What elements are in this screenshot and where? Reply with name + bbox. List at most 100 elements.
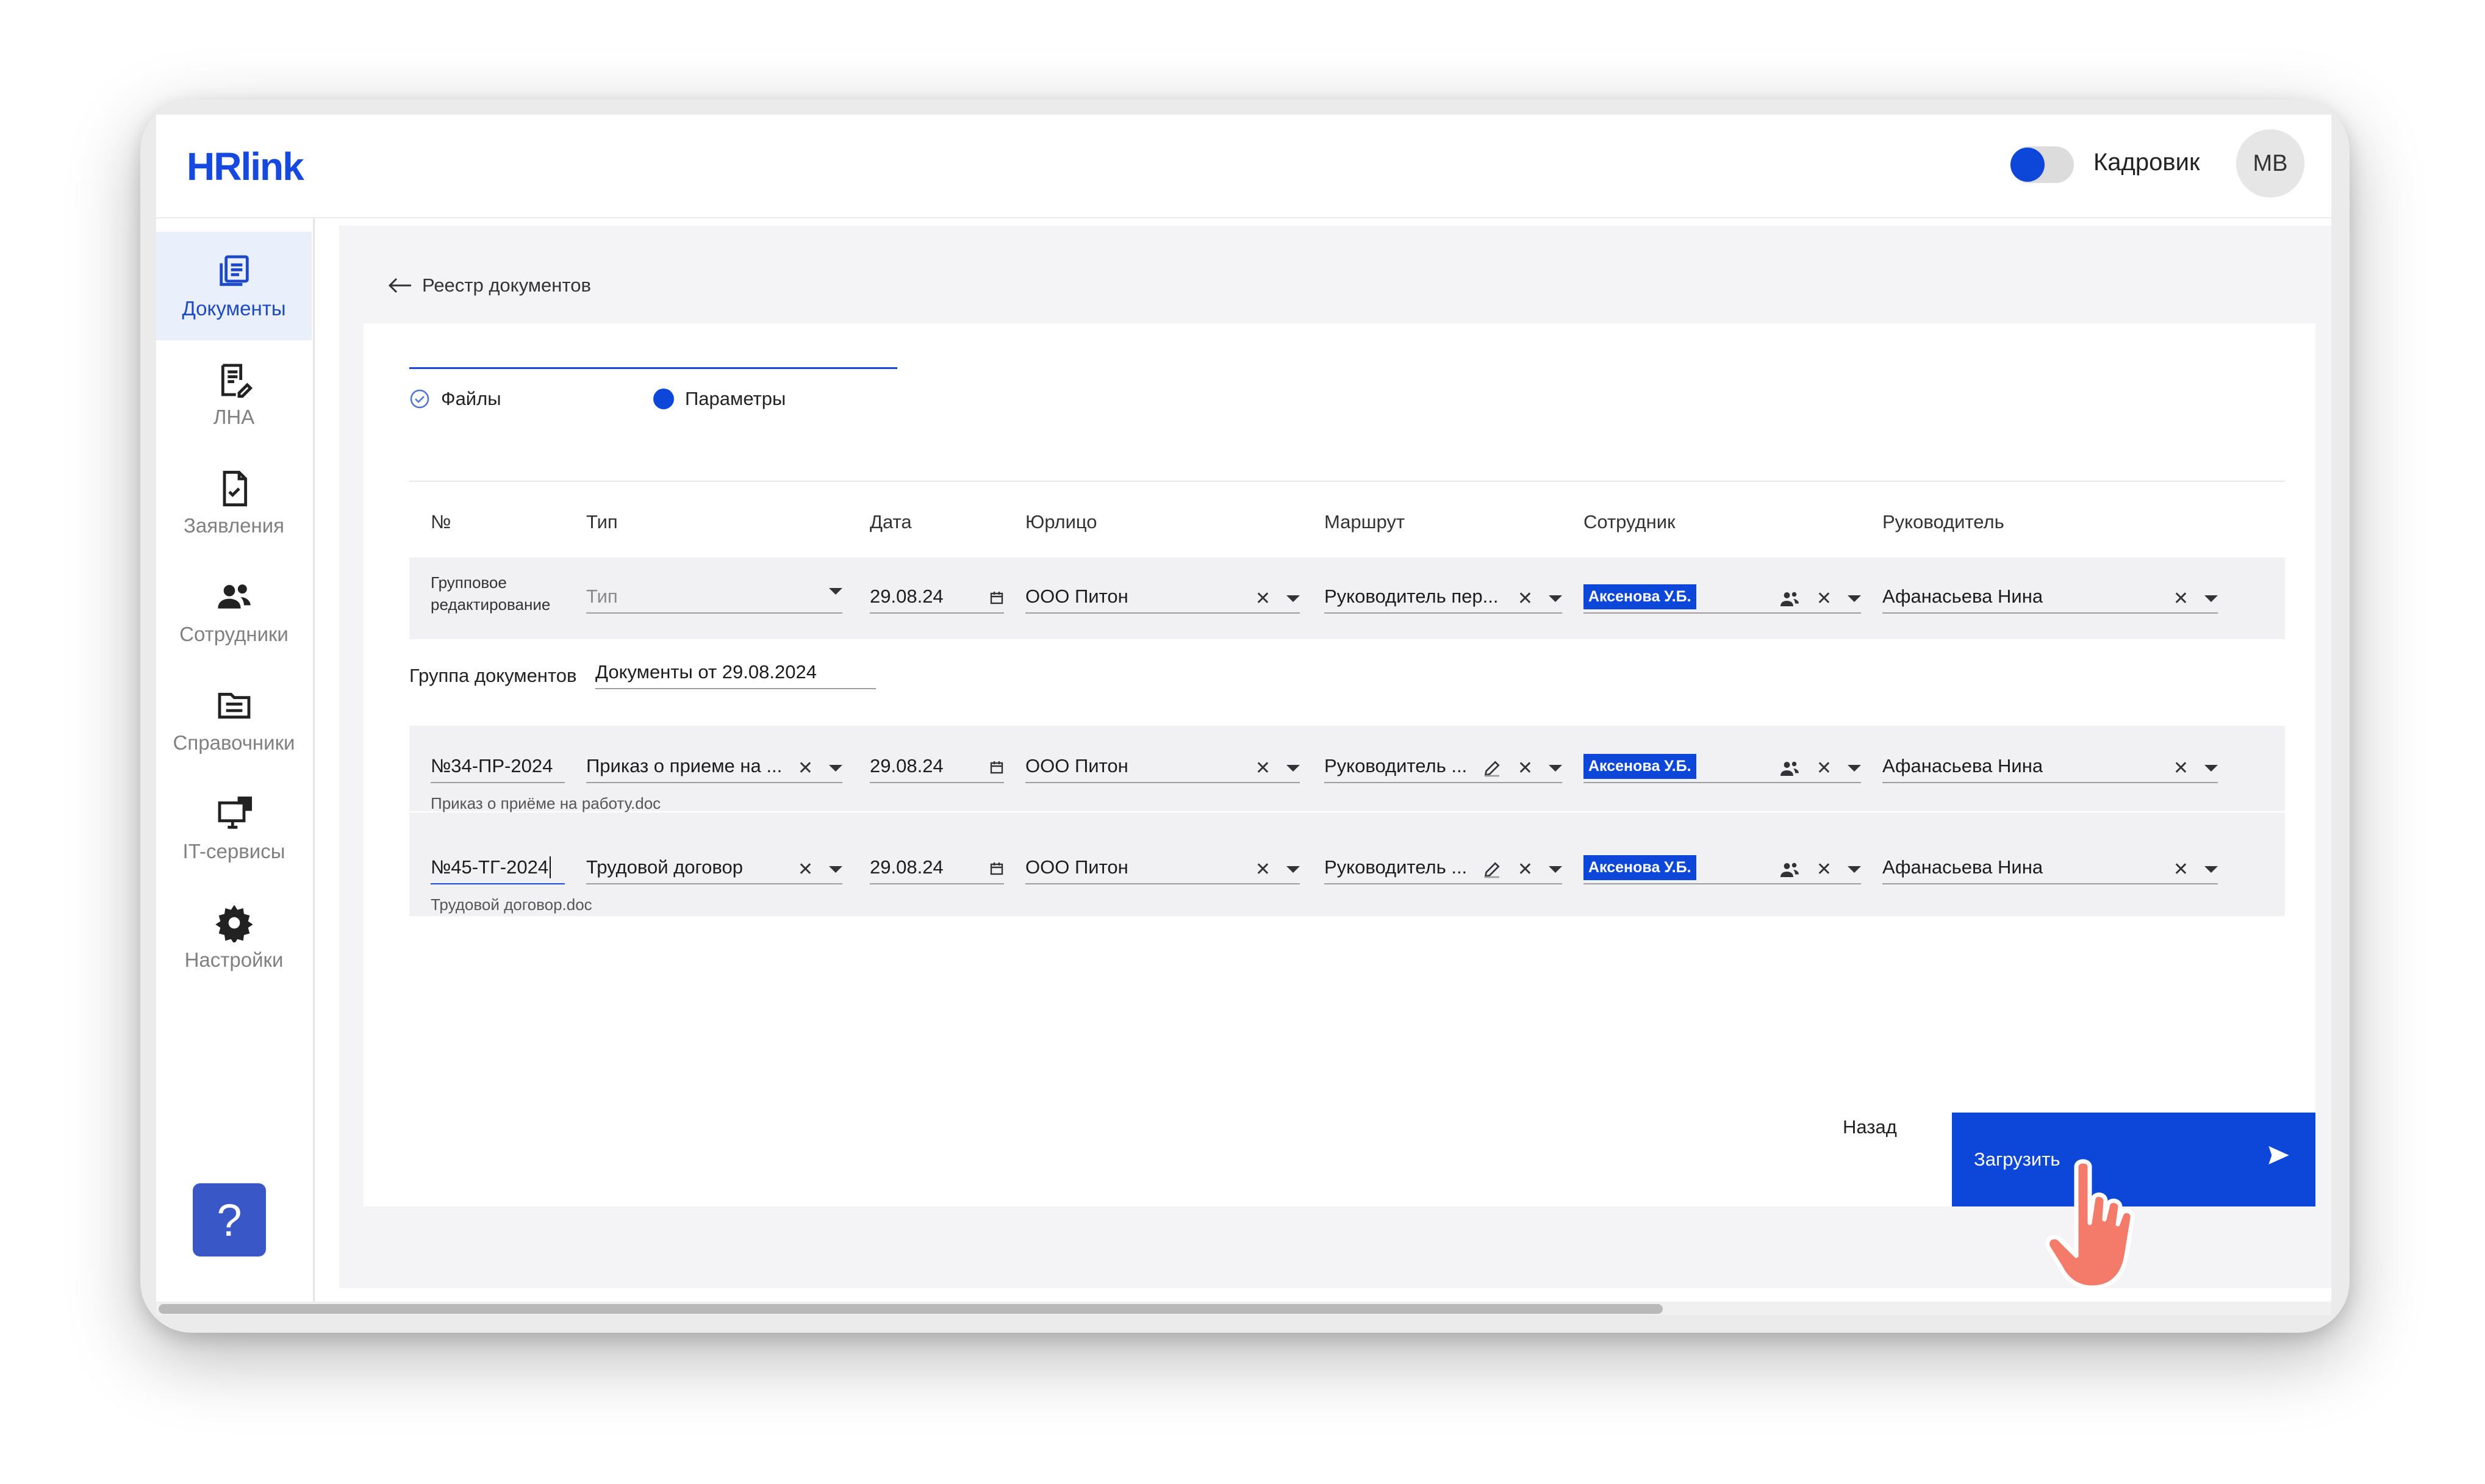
sidebar-item-applications[interactable]: Заявления [156, 449, 312, 557]
upload-card: Файлы Параметры № Тип Дата Юрлицо Маршру… [364, 323, 2315, 1206]
sidebar-item-directories[interactable]: Справочники [156, 666, 312, 775]
doc-employee-select[interactable]: Аксенова У.Б. ✕ [1583, 851, 1861, 884]
hrlink-logo[interactable]: HRlink [187, 144, 304, 189]
arrow-left-icon [388, 278, 411, 293]
back-button[interactable]: Назад [1843, 1116, 1897, 1138]
chevron-down-icon[interactable] [1286, 866, 1300, 873]
doc-number-input[interactable]: №34-ПР-2024 [431, 750, 565, 783]
employee-chip[interactable]: Аксенова У.Б. [1583, 753, 1696, 779]
chevron-down-icon[interactable] [1848, 765, 1861, 772]
clear-icon[interactable]: ✕ [1255, 859, 1271, 880]
scrollbar-thumb[interactable] [159, 1304, 1663, 1314]
chevron-down-icon[interactable] [1549, 765, 1562, 772]
doc-file-name[interactable]: Приказ о приёме на работу.doc [431, 794, 661, 813]
chevron-down-icon[interactable] [2204, 595, 2218, 602]
doc-number-input[interactable]: №45-ТГ-2024 [431, 851, 565, 884]
group-type-select[interactable]: Тип [586, 581, 842, 614]
directories-icon [218, 692, 250, 719]
sidebar-item-lna[interactable]: ЛНА [156, 340, 312, 449]
step-files[interactable]: Файлы [409, 388, 501, 410]
clear-icon[interactable]: ✕ [798, 859, 813, 880]
step-label: Параметры [685, 388, 786, 409]
doc-date-field[interactable]: 29.08.24 [870, 851, 1004, 884]
clear-icon[interactable]: ✕ [1816, 859, 1832, 880]
clear-icon[interactable]: ✕ [2173, 859, 2189, 880]
sidebar-item-documents[interactable]: Документы [156, 232, 312, 340]
chevron-down-icon[interactable] [1286, 765, 1300, 772]
pencil-icon[interactable] [1482, 860, 1502, 880]
group-date-field[interactable]: 29.08.24 [870, 581, 1004, 614]
manager-value: Афанасьева Нина [1882, 856, 2043, 878]
doc-file-name[interactable]: Трудовой договор.doc [431, 895, 592, 914]
doc-entity-select[interactable]: ООО Питон ✕ [1025, 851, 1300, 884]
pointer-hand-icon [2045, 1159, 2135, 1290]
help-button[interactable]: ? [193, 1183, 266, 1256]
group-name-input[interactable]: Документы от 29.08.2024 [595, 656, 876, 689]
chevron-down-icon[interactable] [1848, 866, 1861, 873]
pencil-icon[interactable] [1482, 759, 1502, 778]
group-entity-select[interactable]: ООО Питон ✕ [1025, 581, 1300, 614]
doc-route-select[interactable]: Руководитель ... ✕ [1324, 851, 1562, 884]
role-toggle[interactable] [2010, 146, 2074, 183]
group-employee-select[interactable]: Аксенова У.Б. ✕ [1583, 581, 1861, 614]
calendar-icon[interactable] [989, 590, 1004, 605]
doc-entity-select[interactable]: ООО Питон ✕ [1025, 750, 1300, 783]
group-manager-select[interactable]: Афанасьева Нина ✕ [1882, 581, 2218, 614]
divider [409, 481, 2285, 482]
breadcrumb-back[interactable]: Реестр документов [388, 274, 591, 296]
chevron-down-icon[interactable] [1549, 866, 1562, 873]
chevron-down-icon[interactable] [829, 588, 842, 595]
role-label: Кадровик [2093, 149, 2200, 176]
doc-employee-select[interactable]: Аксенова У.Б. ✕ [1583, 750, 1861, 783]
check-circle-icon [410, 389, 429, 409]
clear-icon[interactable]: ✕ [2173, 588, 2189, 609]
clear-icon[interactable]: ✕ [1816, 588, 1832, 609]
column-header-entity: Юрлицо [1025, 511, 1097, 532]
doc-date-field[interactable]: 29.08.24 [870, 750, 1004, 783]
employee-chip[interactable]: Аксенова У.Б. [1583, 855, 1696, 880]
app-window: HRlink Кадровик MB Документы ЛНА Заявлен… [156, 115, 2331, 1315]
clear-icon[interactable]: ✕ [1255, 758, 1271, 779]
sidebar-item-settings[interactable]: Настройки [156, 883, 312, 992]
clear-icon[interactable]: ✕ [1255, 588, 1271, 609]
sidebar: Документы ЛНА Заявления Сотрудники Справ… [156, 218, 315, 1315]
clear-icon[interactable]: ✕ [1518, 859, 1533, 880]
doc-manager-select[interactable]: Афанасьева Нина ✕ [1882, 851, 2218, 884]
chevron-down-icon[interactable] [829, 866, 842, 873]
employees-icon[interactable] [1779, 759, 1801, 778]
documents-icon [219, 255, 249, 286]
sidebar-item-employees[interactable]: Сотрудники [156, 557, 312, 666]
row-separator [409, 811, 2285, 812]
clear-icon[interactable]: ✕ [1816, 758, 1832, 779]
user-avatar[interactable]: MB [2236, 129, 2304, 198]
group-name-value: Документы от 29.08.2024 [595, 661, 817, 683]
calendar-icon[interactable] [989, 861, 1004, 876]
chevron-down-icon[interactable] [1549, 595, 1562, 602]
clear-icon[interactable]: ✕ [2173, 758, 2189, 779]
horizontal-scrollbar[interactable] [156, 1302, 2331, 1315]
doc-type-select[interactable]: Приказ о приеме на ... ✕ [586, 750, 842, 783]
group-edit-label: редактирование [431, 595, 551, 614]
chevron-down-icon[interactable] [829, 765, 842, 772]
clear-icon[interactable]: ✕ [1518, 758, 1533, 779]
step-parameters[interactable]: Параметры [653, 388, 786, 410]
doc-manager-select[interactable]: Афанасьева Нина ✕ [1882, 750, 2218, 783]
column-header-manager: Руководитель [1882, 511, 2004, 532]
chevron-down-icon[interactable] [1286, 595, 1300, 602]
calendar-icon[interactable] [989, 760, 1004, 775]
employees-icon[interactable] [1779, 590, 1801, 608]
applications-icon [223, 470, 247, 507]
sidebar-item-it-services[interactable]: IT-сервисы [156, 775, 312, 883]
clear-icon[interactable]: ✕ [1518, 588, 1533, 609]
sidebar-item-label: Документы [182, 297, 286, 320]
doc-route-select[interactable]: Руководитель ... ✕ [1324, 750, 1562, 783]
main-content: Реестр документов Файлы Параметры № Тип … [339, 226, 2331, 1288]
chevron-down-icon[interactable] [2204, 765, 2218, 772]
chevron-down-icon[interactable] [1848, 595, 1861, 602]
clear-icon[interactable]: ✕ [798, 758, 813, 779]
employees-icon[interactable] [1779, 861, 1801, 879]
employee-chip[interactable]: Аксенова У.Б. [1583, 584, 1696, 609]
doc-type-select[interactable]: Трудовой договор ✕ [586, 851, 842, 884]
group-route-select[interactable]: Руководитель пер... ✕ [1324, 581, 1562, 614]
chevron-down-icon[interactable] [2204, 866, 2218, 873]
